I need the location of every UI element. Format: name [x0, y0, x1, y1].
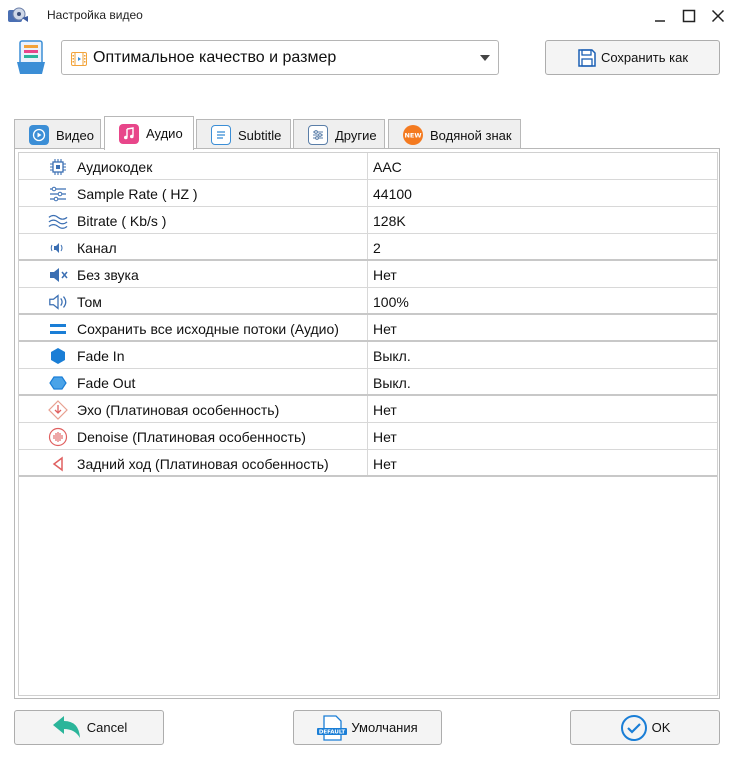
setting-row-volume[interactable]: Том 100% — [19, 288, 717, 315]
setting-value: Нет — [373, 402, 397, 418]
settings-tabs: Видео Аудио Subtitle Другие NEW Водяной … — [14, 116, 724, 150]
setting-row-mute[interactable]: Без звука Нет — [19, 261, 717, 288]
save-as-button[interactable]: Сохранить как — [545, 40, 720, 75]
tab-other[interactable]: Другие — [293, 119, 385, 150]
setting-value: 100% — [373, 294, 409, 310]
ok-button[interactable]: OK — [570, 710, 720, 745]
tab-label: Subtitle — [238, 127, 282, 143]
profile-dropdown[interactable]: Оптимальное качество и размер — [61, 40, 499, 75]
profile-selected-value: Оптимальное качество и размер — [93, 49, 337, 66]
save-as-label: Сохранить как — [600, 50, 689, 65]
denoise-icon — [48, 427, 68, 447]
default-document-icon: DEFAULT — [317, 714, 348, 741]
setting-value: 128K — [373, 213, 406, 229]
setting-label: Denoise (Платиновая особенность) — [77, 429, 306, 445]
fade-out-icon — [48, 373, 68, 393]
audio-settings-grid: Аудиокодек AAC Sample Rate ( HZ ) 44100 … — [18, 152, 718, 696]
fade-in-icon — [48, 346, 68, 366]
sample-rate-icon — [48, 184, 68, 204]
default-badge-text: DEFAULT — [319, 729, 346, 735]
setting-value: Нет — [373, 267, 397, 283]
minimize-button[interactable] — [647, 4, 673, 28]
setting-label: Задний ход (Платиновая особенность) — [77, 456, 329, 472]
streams-icon — [48, 319, 68, 339]
setting-value: Нет — [373, 429, 397, 445]
music-note-icon — [119, 123, 139, 144]
subtitle-icon — [211, 125, 231, 145]
setting-label: Эхо (Платиновая особенность) — [77, 402, 280, 418]
sliders-icon — [308, 125, 328, 145]
setting-row-fade-in[interactable]: Fade In Выкл. — [19, 342, 717, 369]
window-title: Настройка видео — [47, 8, 143, 22]
setting-label: Канал — [77, 240, 117, 256]
profile-list-icon — [16, 40, 46, 76]
video-icon — [29, 125, 49, 145]
setting-value: AAC — [373, 159, 402, 175]
setting-label: Fade Out — [77, 375, 136, 391]
setting-value: Выкл. — [373, 375, 411, 391]
defaults-label: Умолчания — [351, 720, 418, 735]
tab-label: Другие — [335, 127, 377, 143]
close-icon — [711, 9, 725, 23]
setting-value: Нет — [373, 321, 397, 337]
setting-row-keep-streams[interactable]: Сохранить все исходные потоки (Аудио) Не… — [19, 315, 717, 342]
defaults-button[interactable]: DEFAULT Умолчания — [293, 710, 442, 745]
tab-label: Видео — [56, 127, 94, 143]
minimize-icon — [655, 20, 665, 22]
audio-settings-panel: Аудиокодек AAC Sample Rate ( HZ ) 44100 … — [14, 148, 720, 699]
reverse-icon — [48, 454, 68, 474]
tab-subtitle[interactable]: Subtitle — [196, 119, 291, 150]
tab-watermark[interactable]: NEW Водяной знак — [388, 119, 521, 150]
mute-icon — [48, 265, 68, 285]
setting-label: Сохранить все исходные потоки (Аудио) — [77, 321, 339, 337]
setting-value: 2 — [373, 240, 381, 256]
setting-label: Аудиокодек — [77, 159, 153, 175]
maximize-button[interactable] — [676, 4, 702, 28]
volume-icon — [48, 292, 68, 312]
tab-label: Аудио — [146, 126, 183, 141]
ok-label: OK — [651, 720, 671, 735]
setting-row-echo[interactable]: Эхо (Платиновая особенность) Нет — [19, 396, 717, 423]
setting-value: Нет — [373, 456, 397, 472]
cancel-button[interactable]: Cancel — [14, 710, 164, 745]
setting-row-channel[interactable]: Канал 2 — [19, 234, 717, 261]
app-icon — [6, 4, 32, 28]
maximize-icon — [682, 9, 696, 23]
setting-row-sample-rate[interactable]: Sample Rate ( HZ ) 44100 — [19, 180, 717, 207]
chip-icon — [48, 157, 68, 177]
close-button[interactable] — [705, 4, 731, 28]
setting-label: Без звука — [77, 267, 139, 283]
check-circle-icon — [620, 714, 647, 741]
setting-label: Bitrate ( Kb/s ) — [77, 213, 167, 229]
setting-row-bitrate[interactable]: Bitrate ( Kb/s ) 128K — [19, 207, 717, 234]
title-bar: Настройка видео — [0, 0, 734, 32]
chevron-down-icon — [480, 55, 490, 61]
channel-icon — [48, 238, 68, 258]
setting-label: Том — [77, 294, 102, 310]
setting-label: Fade In — [77, 348, 125, 364]
tab-audio[interactable]: Аудио — [104, 116, 194, 150]
wave-icon — [48, 211, 68, 231]
new-badge-icon: NEW — [403, 125, 423, 145]
svg-text:NEW: NEW — [404, 132, 421, 140]
cancel-label: Cancel — [86, 720, 128, 735]
echo-icon — [48, 400, 68, 420]
setting-row-audio-codec[interactable]: Аудиокодек AAC — [19, 153, 717, 180]
setting-value: 44100 — [373, 186, 412, 202]
setting-row-fade-out[interactable]: Fade Out Выкл. — [19, 369, 717, 396]
save-icon — [578, 48, 596, 67]
film-icon — [71, 52, 87, 66]
setting-value: Выкл. — [373, 348, 411, 364]
setting-row-denoise[interactable]: Denoise (Платиновая особенность) Нет — [19, 423, 717, 450]
back-arrow-icon — [52, 715, 80, 738]
tab-video[interactable]: Видео — [14, 119, 101, 150]
setting-row-reverse[interactable]: Задний ход (Платиновая особенность) Нет — [19, 450, 717, 477]
setting-label: Sample Rate ( HZ ) — [77, 186, 198, 202]
tab-label: Водяной знак — [430, 127, 512, 143]
